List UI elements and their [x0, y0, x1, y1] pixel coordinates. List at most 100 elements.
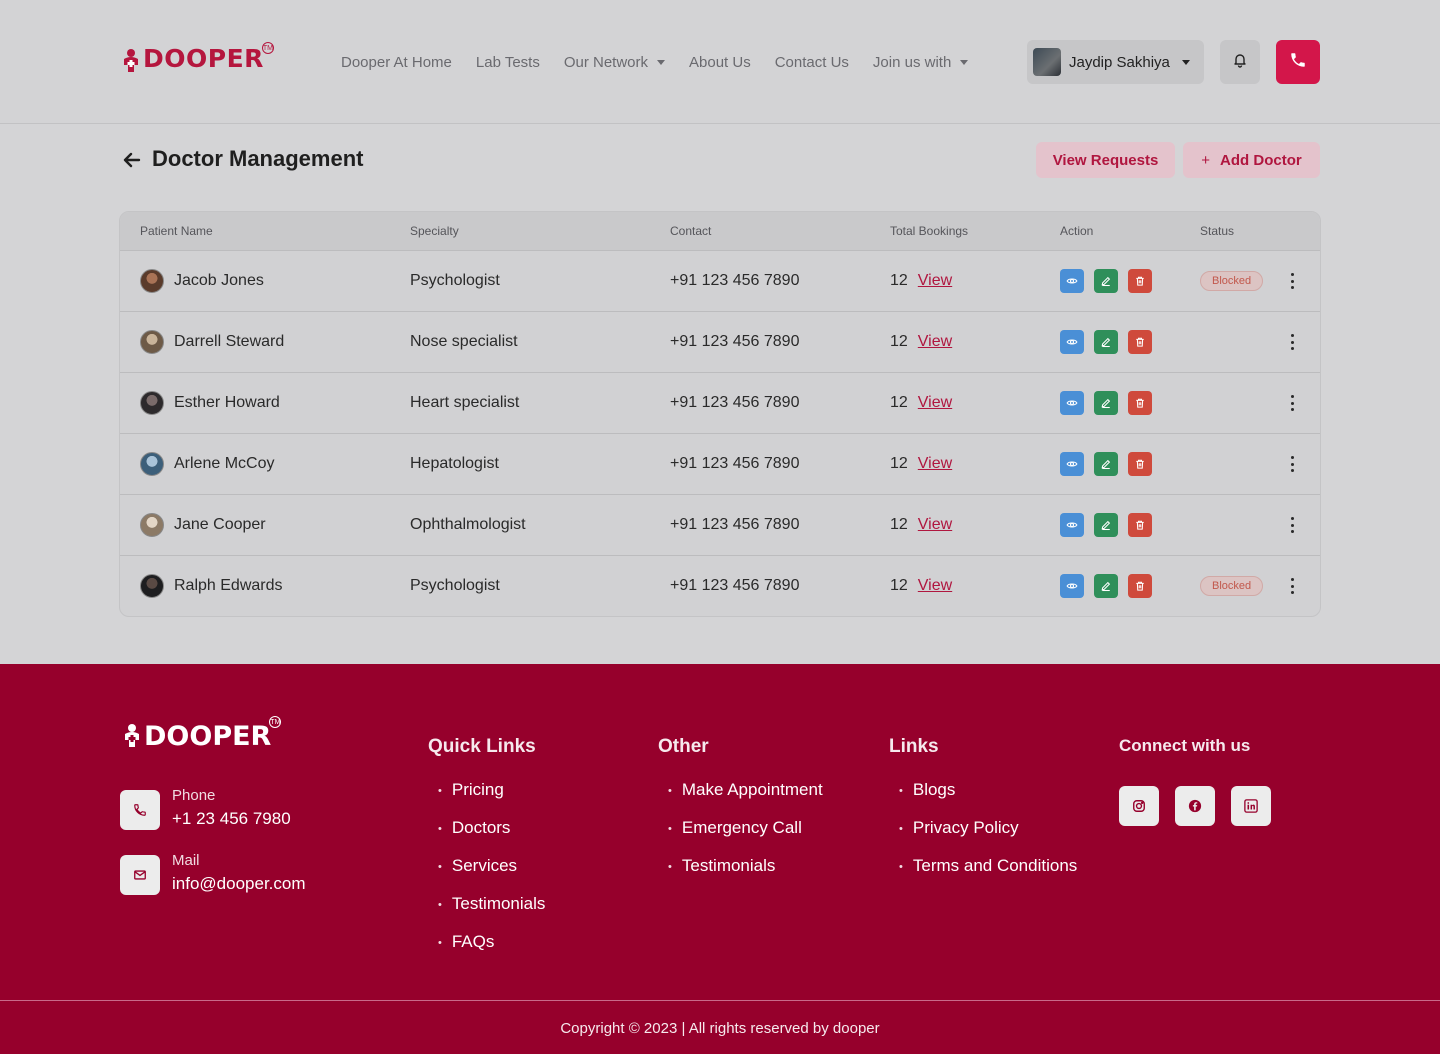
phone-label: Phone — [172, 787, 216, 804]
footer-link[interactable]: Emergency Call — [658, 818, 823, 856]
user-menu[interactable]: Jaydip Sakhiya — [1027, 40, 1204, 84]
column-header-status[interactable]: Status — [1200, 224, 1234, 238]
view-bookings-link[interactable]: View — [918, 272, 952, 290]
edit-icon[interactable] — [1094, 330, 1118, 354]
add-doctor-label: Add Doctor — [1220, 151, 1302, 169]
avatar — [140, 269, 164, 293]
footer-link[interactable]: Make Appointment — [658, 780, 823, 818]
main-nav: Dooper At Home Lab Tests Our Network Abo… — [341, 50, 992, 74]
mail-label: Mail — [172, 852, 200, 869]
edit-icon[interactable] — [1094, 513, 1118, 537]
nav-label: Lab Tests — [475, 53, 540, 71]
bell-icon — [1232, 52, 1248, 73]
nav-item-lab-tests[interactable]: Lab Tests — [476, 54, 540, 71]
add-doctor-button[interactable]: + Add Doctor — [1183, 142, 1320, 178]
footer-link[interactable]: Testimonials — [428, 894, 546, 932]
patient-name: Ralph Edwards — [174, 577, 283, 594]
doctor-table: Patient Name Specialty Contact Total Boo… — [119, 211, 1321, 617]
footer-link[interactable]: FAQs — [428, 932, 545, 970]
edit-icon[interactable] — [1094, 574, 1118, 598]
quick-links-title: Quick Links — [428, 736, 536, 757]
more-options-icon[interactable] — [1290, 456, 1294, 472]
column-header-patient-name[interactable]: Patient Name — [140, 224, 213, 238]
facebook-icon[interactable] — [1175, 786, 1215, 826]
nav-label: About Us — [689, 53, 751, 71]
brand-logo[interactable]: DOOPER TM — [121, 42, 274, 73]
footer-logo[interactable]: DOOPER TM — [122, 716, 282, 753]
avatar — [140, 330, 164, 354]
back-arrow-icon[interactable] — [122, 150, 142, 170]
chevron-down-icon — [657, 59, 666, 65]
more-options-icon[interactable] — [1290, 517, 1294, 533]
chevron-down-icon — [1181, 59, 1190, 65]
view-bookings-link[interactable]: View — [918, 394, 952, 412]
delete-icon[interactable] — [1128, 574, 1152, 598]
linkedin-icon[interactable] — [1231, 786, 1271, 826]
column-header-specialty[interactable]: Specialty — [410, 224, 459, 238]
view-icon[interactable] — [1060, 330, 1084, 354]
delete-icon[interactable] — [1128, 452, 1152, 476]
instagram-icon[interactable] — [1119, 786, 1159, 826]
edit-icon[interactable] — [1094, 452, 1118, 476]
table-row: Ralph Edwards Psychologist +91 123 456 7… — [120, 556, 1320, 616]
table-header: Patient Name Specialty Contact Total Boo… — [120, 212, 1320, 251]
delete-icon[interactable] — [1128, 513, 1152, 537]
bookings-cell: 12 View — [890, 434, 952, 494]
phone-icon — [1289, 51, 1307, 74]
nav-item-about-us[interactable]: About Us — [689, 54, 751, 71]
footer-link[interactable]: Pricing — [428, 780, 545, 818]
plus-icon: + — [1201, 151, 1211, 169]
delete-icon[interactable] — [1128, 391, 1152, 415]
patient-name-cell: Esther Howard — [140, 373, 280, 433]
patient-name: Darrell Steward — [174, 333, 285, 350]
footer-link[interactable]: Testimonials — [658, 856, 823, 894]
nav-item-join-us-with[interactable]: Join us with — [873, 54, 969, 71]
nav-item-our-network[interactable]: Our Network — [563, 53, 666, 71]
footer-link[interactable]: Services — [428, 856, 545, 894]
nav-item-dooper-at-home[interactable]: Dooper At Home — [341, 54, 452, 71]
brand-name: DOOPER — [143, 44, 264, 73]
delete-icon[interactable] — [1128, 330, 1152, 354]
nav-label: Dooper At Home — [341, 53, 452, 71]
site-footer: DOOPER TM Phone +1 23 456 7980 Mail info… — [0, 664, 1440, 1054]
phone-value[interactable]: +1 23 456 7980 — [172, 809, 291, 829]
column-header-contact[interactable]: Contact — [670, 224, 711, 238]
nav-label: Our Network — [563, 53, 649, 71]
bookings-count: 12 — [890, 455, 908, 472]
notifications-button[interactable] — [1220, 40, 1260, 84]
more-options-icon[interactable] — [1290, 334, 1294, 350]
call-button[interactable] — [1276, 40, 1320, 84]
more-options-icon[interactable] — [1290, 395, 1294, 411]
status-cell: Blocked — [1200, 251, 1264, 311]
patient-name: Jane Cooper — [174, 516, 266, 533]
view-icon[interactable] — [1060, 452, 1084, 476]
view-requests-button[interactable]: View Requests — [1036, 142, 1175, 178]
action-cell — [1060, 373, 1162, 433]
view-bookings-link[interactable]: View — [918, 455, 952, 473]
view-icon[interactable] — [1060, 513, 1084, 537]
view-bookings-link[interactable]: View — [918, 577, 952, 595]
view-icon[interactable] — [1060, 269, 1084, 293]
footer-link[interactable]: Blogs — [889, 780, 1077, 818]
patient-name: Esther Howard — [174, 394, 280, 411]
column-header-total-bookings[interactable]: Total Bookings — [890, 224, 968, 238]
view-icon[interactable] — [1060, 574, 1084, 598]
more-options-icon[interactable] — [1290, 273, 1294, 289]
edit-icon[interactable] — [1094, 391, 1118, 415]
footer-link[interactable]: Terms and Conditions — [889, 856, 1077, 894]
view-bookings-link[interactable]: View — [918, 516, 952, 534]
footer-link[interactable]: Privacy Policy — [889, 818, 1077, 856]
view-bookings-link[interactable]: View — [918, 333, 952, 351]
delete-icon[interactable] — [1128, 269, 1152, 293]
nav-item-contact-us[interactable]: Contact Us — [775, 54, 849, 71]
patient-name-cell: Jacob Jones — [140, 251, 264, 311]
edit-icon[interactable] — [1094, 269, 1118, 293]
contact-cell: +91 123 456 7890 — [670, 455, 800, 472]
footer-link[interactable]: Doctors — [428, 818, 545, 856]
view-icon[interactable] — [1060, 391, 1084, 415]
mail-value[interactable]: info@dooper.com — [172, 874, 306, 894]
footer-other: Other Make Appointment Emergency Call Te… — [658, 736, 823, 894]
more-options-icon[interactable] — [1290, 578, 1294, 594]
contact-cell: +91 123 456 7890 — [670, 333, 800, 350]
mail-icon — [120, 855, 160, 895]
